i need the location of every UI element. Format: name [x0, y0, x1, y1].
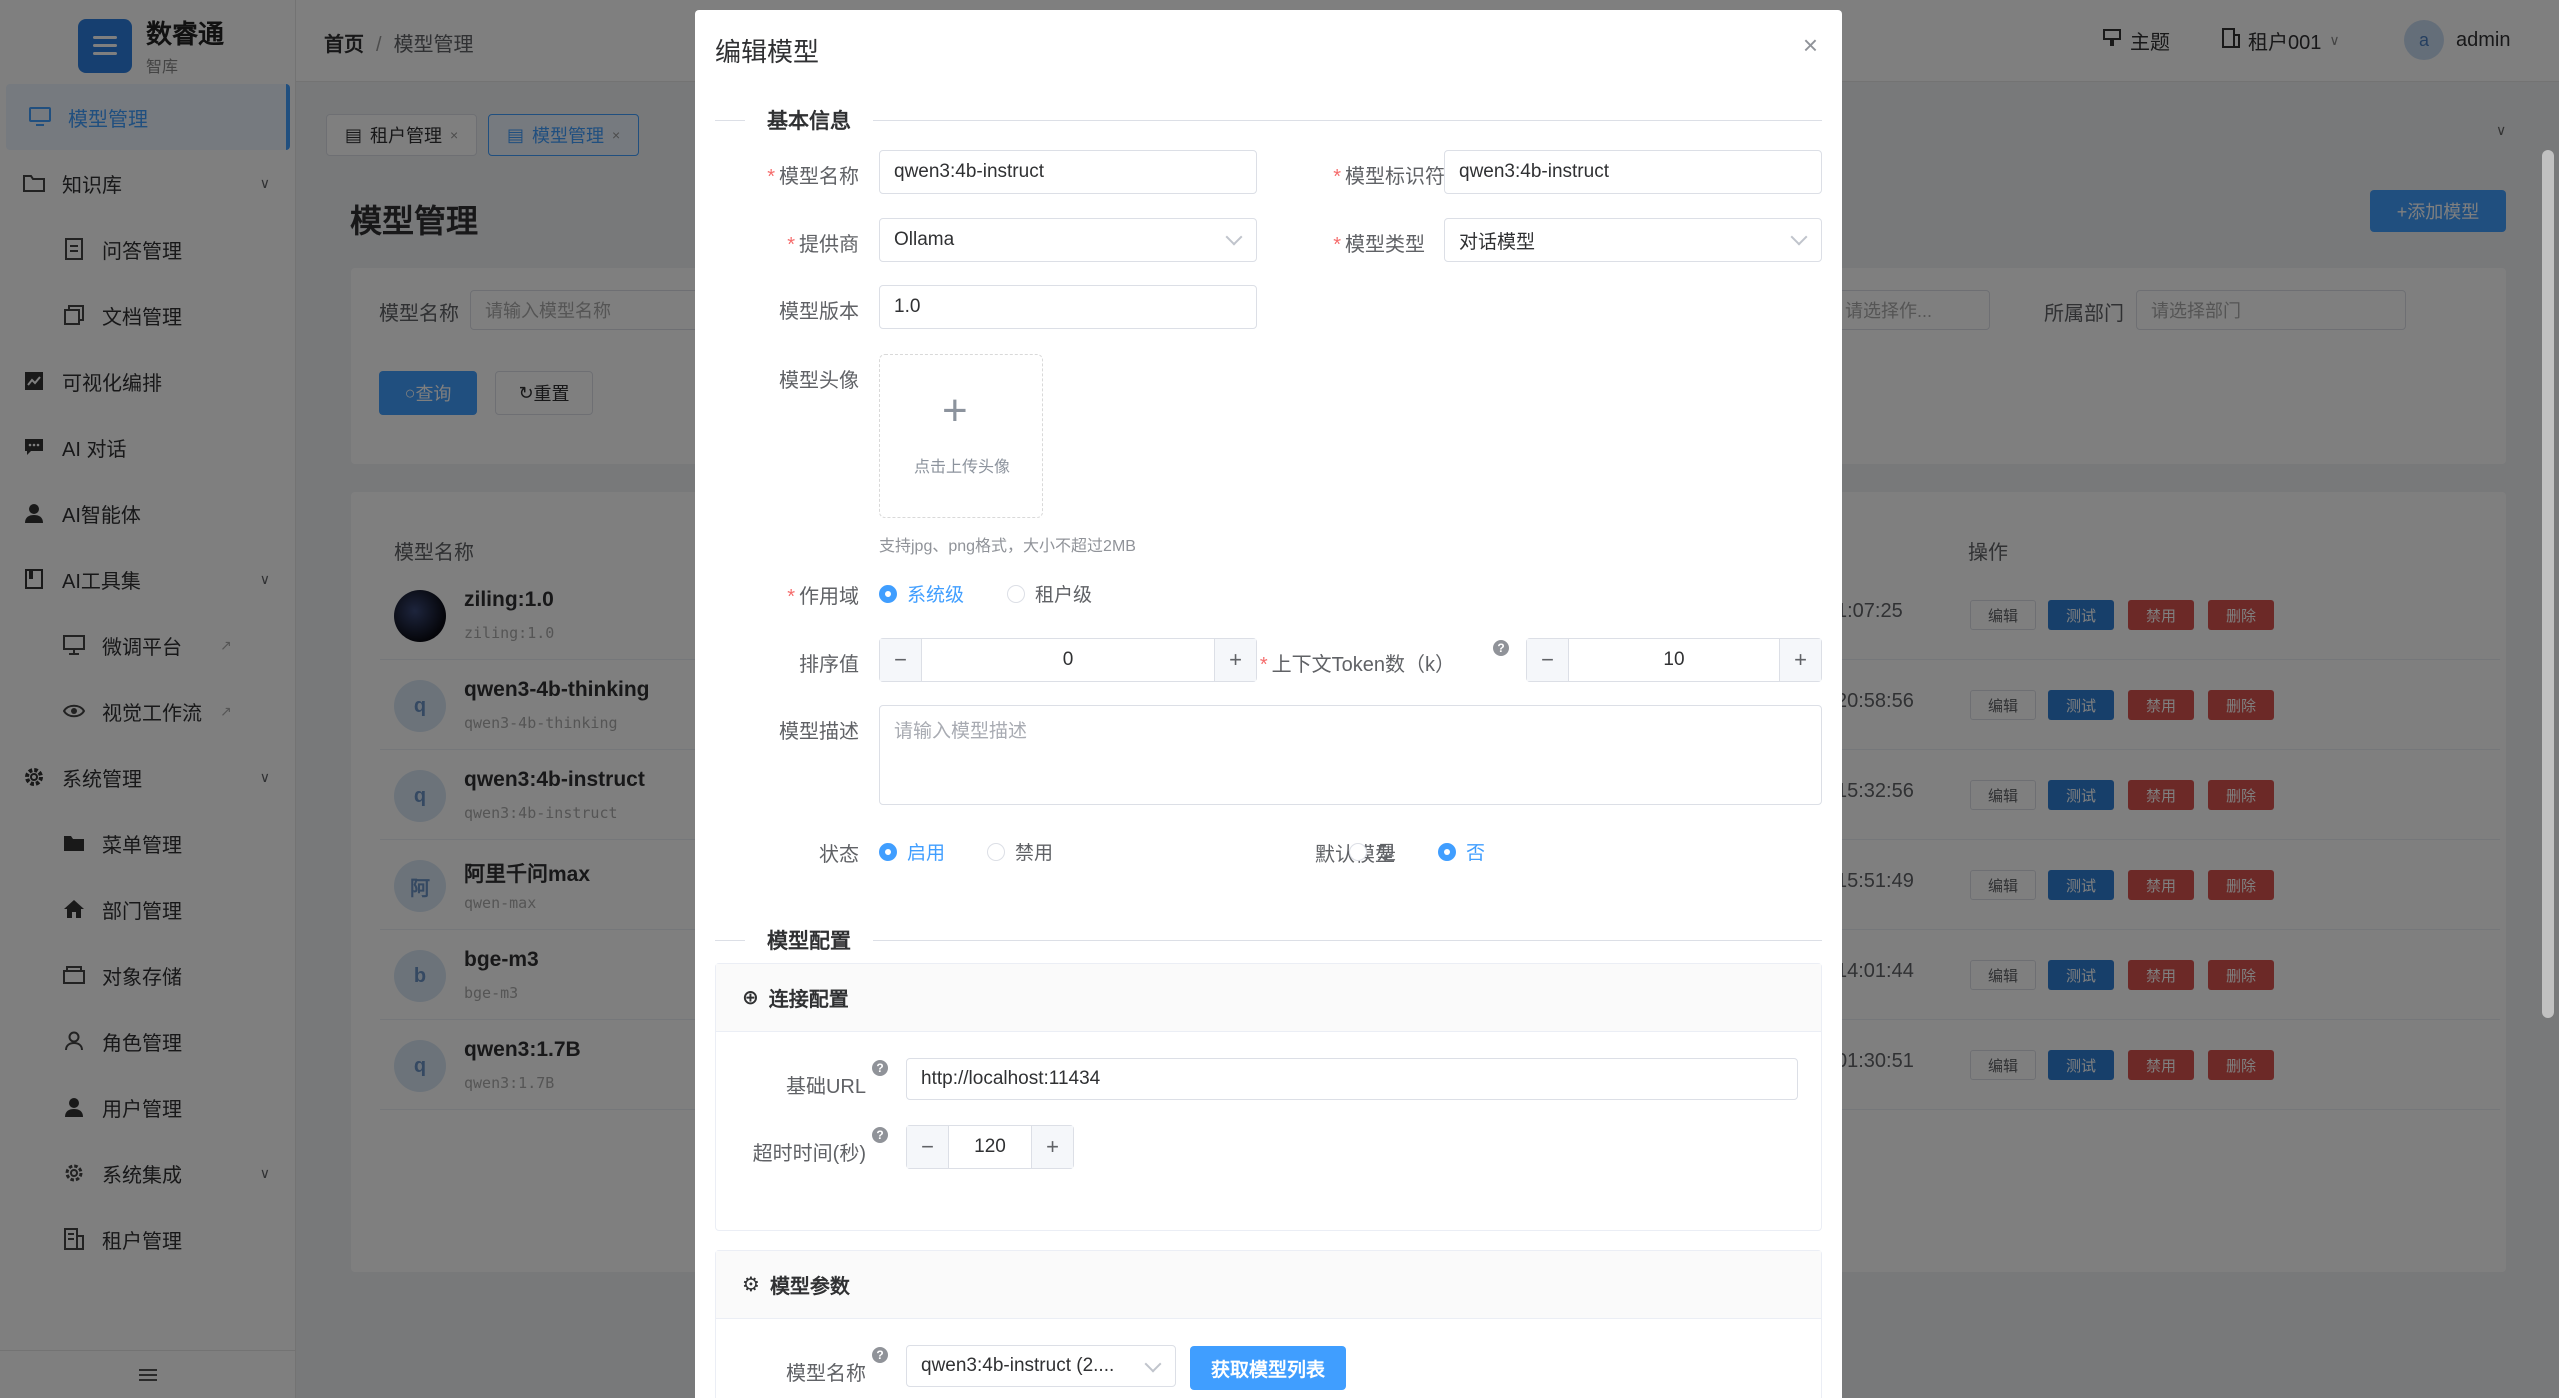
- version-label: 模型版本: [779, 301, 859, 323]
- scope-system-radio[interactable]: 系统级: [879, 580, 964, 607]
- sort-stepper[interactable]: −0 +: [879, 638, 1257, 682]
- status-label: 状态: [819, 844, 859, 866]
- edit-model-dialog: 编辑模型 × 基本信息 * 模型名称 qwen3:4b-instruct * 模型标…: [695, 10, 1842, 1398]
- provider-label: * 提供商: [787, 234, 859, 256]
- minus-button[interactable]: −: [1527, 639, 1569, 681]
- model-version-input[interactable]: 1.0: [879, 285, 1257, 329]
- model-desc-textarea[interactable]: 请输入模型描述: [879, 705, 1822, 805]
- timeout-stepper[interactable]: −120 +: [906, 1125, 1074, 1169]
- model-ident-input[interactable]: qwen3:4b-instruct: [1444, 150, 1822, 194]
- help-icon[interactable]: ?: [1493, 640, 1509, 656]
- timeout-label: 超时时间(秒): [752, 1143, 866, 1165]
- name-label: * 模型名称: [767, 166, 859, 188]
- fetch-models-button[interactable]: 获取模型列表: [1190, 1346, 1346, 1390]
- dialog-title: 编辑模型: [715, 37, 820, 67]
- plus-button[interactable]: +: [1031, 1126, 1073, 1168]
- ctx-token-stepper[interactable]: −10 +: [1526, 638, 1822, 682]
- default-no-radio[interactable]: 否: [1438, 838, 1485, 865]
- section-basic: 基本信息: [715, 105, 1822, 135]
- plus-button[interactable]: +: [1779, 639, 1821, 681]
- chevron-down-icon: [1790, 228, 1808, 246]
- scope-tenant-radio[interactable]: 租户级: [1007, 580, 1092, 607]
- link-icon: ⊕: [742, 987, 759, 1009]
- connection-panel: ⊕ 连接配置 基础URL ? http://localhost:11434 超时时…: [715, 963, 1822, 1231]
- status-enabled-radio[interactable]: 启用: [879, 838, 945, 865]
- help-icon[interactable]: ?: [872, 1347, 888, 1363]
- model-name-param-label: 模型名称: [786, 1363, 866, 1385]
- avatar-upload[interactable]: + 点击上传头像: [879, 354, 1043, 518]
- help-icon[interactable]: ?: [872, 1127, 888, 1143]
- provider-select[interactable]: Ollama: [879, 218, 1257, 262]
- chevron-down-icon: [1225, 228, 1243, 246]
- model-name-input[interactable]: qwen3:4b-instruct: [879, 150, 1257, 194]
- plus-button[interactable]: +: [1214, 639, 1256, 681]
- upload-hint: 支持jpg、png格式，大小不超过2MB: [879, 538, 1136, 555]
- default-yes-radio[interactable]: 是: [1349, 838, 1396, 865]
- url-label: 基础URL: [785, 1076, 866, 1098]
- help-icon[interactable]: ?: [872, 1060, 888, 1076]
- ctx-label: * 上下文Token数（k）: [1259, 654, 1455, 676]
- page-scrollbar[interactable]: [2542, 150, 2554, 1018]
- model-type-select[interactable]: 对话模型: [1444, 218, 1822, 262]
- chevron-down-icon: [1144, 1355, 1162, 1373]
- close-icon[interactable]: ×: [1803, 30, 1818, 61]
- base-url-input[interactable]: http://localhost:11434: [906, 1058, 1798, 1100]
- plus-icon: +: [942, 386, 968, 435]
- model-name-select[interactable]: qwen3:4b-instruct (2....: [906, 1345, 1176, 1387]
- scope-label: * 作用域: [787, 586, 859, 608]
- type-label: * 模型类型: [1333, 234, 1425, 256]
- ident-label: * 模型标识符: [1333, 166, 1445, 188]
- avatar-label: 模型头像: [779, 370, 859, 392]
- desc-label: 模型描述: [779, 721, 859, 743]
- section-config: 模型配置: [715, 925, 1822, 955]
- status-disabled-radio[interactable]: 禁用: [987, 838, 1053, 865]
- gear-icon: ⚙: [742, 1274, 760, 1296]
- sort-label: 排序值: [799, 654, 859, 676]
- minus-button[interactable]: −: [880, 639, 922, 681]
- minus-button[interactable]: −: [907, 1126, 949, 1168]
